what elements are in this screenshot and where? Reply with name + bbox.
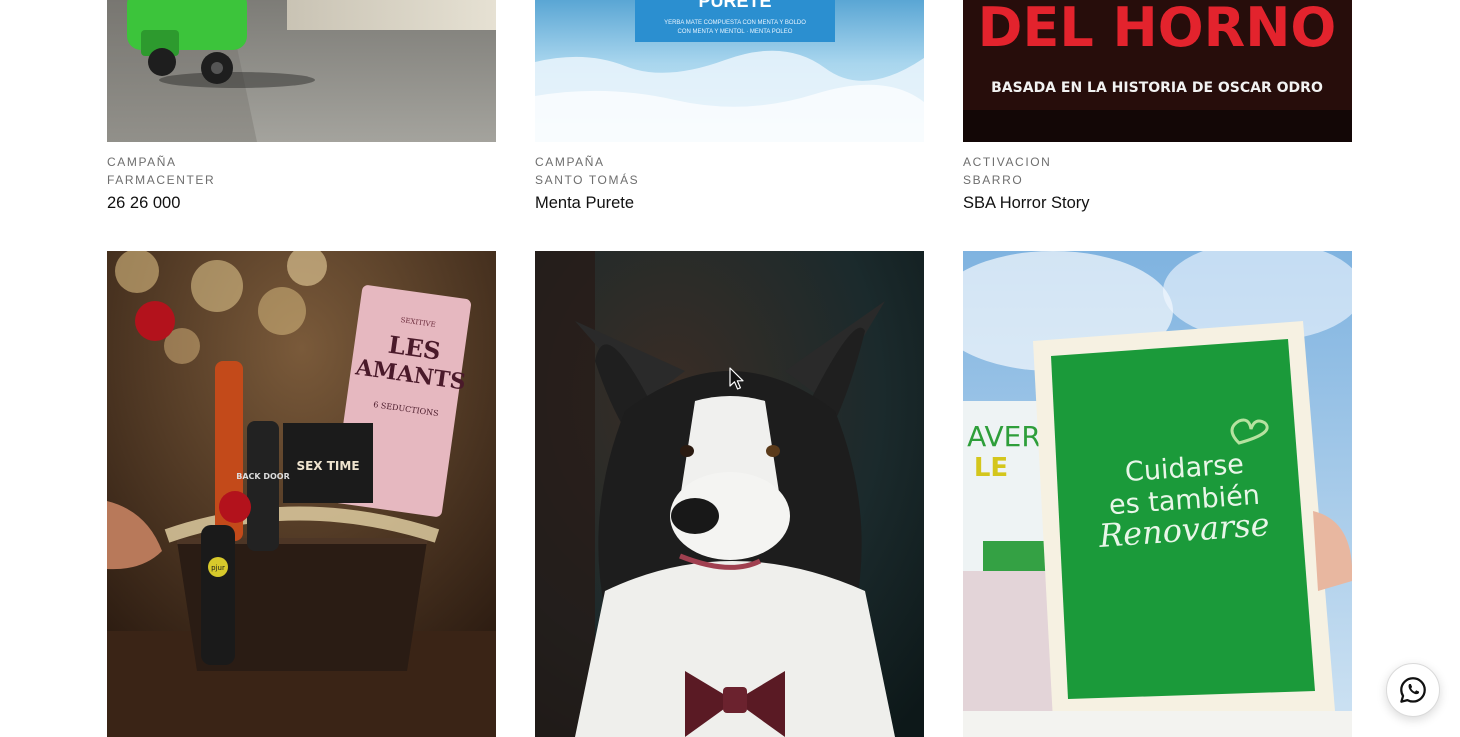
project-client: SANTO TOMÁS (535, 173, 640, 187)
whatsapp-icon (1400, 677, 1426, 703)
purete-fine-print: YERBA MATE COMPUESTA CON MENTA Y BOLDO (664, 20, 806, 26)
project-client: SBARRO (963, 173, 1024, 187)
purete-image: PURETE YERBA MATE COMPUESTA CON MENTA Y … (535, 0, 924, 142)
dog-image (535, 251, 924, 737)
green-poster-side-text-2: LE (974, 453, 1008, 483)
project-title[interactable]: 26 26 000 (107, 190, 496, 216)
project-thumb-farmacenter[interactable] (107, 0, 496, 142)
project-meta-2: CAMPAÑA SANTO TOMÁS Menta Purete (535, 153, 924, 216)
horror-title-text: DEL HORNO (978, 0, 1337, 59)
project-thumb-sba-horror-story[interactable]: DEL HORNO BASADA EN LA HISTORIA DE OSCAR… (963, 0, 1352, 142)
project-thumb-green-poster[interactable]: AVERA LE Cuidarse es también Renovarse (963, 251, 1352, 737)
project-client: FARMACENTER (107, 173, 216, 187)
project-meta-1: CAMPAÑA FARMACENTER 26 26 000 (107, 153, 496, 216)
purete-fine-print-2: CON MENTA Y MENTOL · MENTA POLEO (678, 29, 793, 35)
project-thumb-dog[interactable] (535, 251, 924, 737)
project-title[interactable]: Menta Purete (535, 190, 924, 216)
gift-basket-image: SEXITIVE LES AMANTS 6 SEDUCTIONS SEX TIM… (107, 251, 496, 737)
green-poster-image: AVERA LE Cuidarse es también Renovarse (963, 251, 1352, 737)
project-meta-3: ACTIVACION SBARRO SBA Horror Story (963, 153, 1352, 216)
gift-bottle-text: BACK DOOR (236, 472, 290, 481)
project-title[interactable]: SBA Horror Story (963, 190, 1352, 216)
gift-box-text-4: SEX TIME (296, 459, 359, 473)
project-thumb-gift-basket[interactable]: SEXITIVE LES AMANTS 6 SEDUCTIONS SEX TIM… (107, 251, 496, 737)
horror-poster-image: DEL HORNO BASADA EN LA HISTORIA DE OSCAR… (963, 0, 1352, 142)
gift-bottle-text-2: pjur (211, 564, 225, 572)
project-type: CAMPAÑA (107, 155, 177, 169)
scooter-image (107, 0, 496, 142)
whatsapp-button[interactable] (1386, 663, 1440, 717)
project-type: ACTIVACION (963, 155, 1052, 169)
purete-brand-text: PURETE (698, 0, 771, 11)
horror-subtitle-text: BASADA EN LA HISTORIA DE OSCAR ODRO (991, 80, 1323, 96)
project-type: CAMPAÑA (535, 155, 605, 169)
project-thumb-menta-purete[interactable]: PURETE YERBA MATE COMPUESTA CON MENTA Y … (535, 0, 924, 142)
